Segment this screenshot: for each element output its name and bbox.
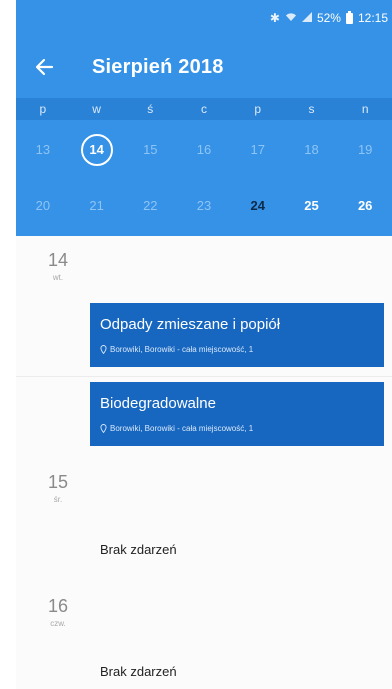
event-location-text: Borowiki, Borowiki - cała miejscowość, 1 bbox=[110, 345, 254, 354]
weekday-label: ś bbox=[147, 102, 154, 116]
agenda-day-of-week: śr. bbox=[53, 495, 63, 504]
agenda-date: 14 wt. bbox=[38, 250, 78, 282]
calendar-day[interactable]: 22 bbox=[123, 186, 177, 226]
event-location: Borowiki, Borowiki - cała miejscowość, 1 bbox=[100, 424, 253, 433]
weekday-label: n bbox=[361, 102, 369, 116]
agenda-day-of-week: wt. bbox=[52, 273, 64, 282]
calendar-day[interactable]: 17 bbox=[231, 130, 285, 170]
calendar-day[interactable]: 16 bbox=[177, 130, 231, 170]
status-time: 12:15 bbox=[357, 11, 388, 25]
arrow-left-icon bbox=[35, 58, 54, 76]
back-button[interactable] bbox=[32, 54, 58, 80]
calendar-day[interactable]: 15 bbox=[123, 130, 177, 170]
calendar-day[interactable]: 19 bbox=[338, 130, 392, 170]
weekday-label: p bbox=[39, 102, 47, 116]
calendar-day[interactable]: 25 bbox=[285, 186, 339, 226]
week-row: 13 14 15 16 17 18 19 bbox=[16, 130, 392, 170]
app-bar: Sierpień 2018 bbox=[16, 36, 392, 98]
event-location: Borowiki, Borowiki - cała miejscowość, 1 bbox=[100, 345, 253, 354]
wifi-icon bbox=[285, 11, 297, 25]
event-card[interactable]: Biodegradowalne Borowiki, Borowiki - cał… bbox=[90, 382, 384, 446]
status-icons: ✱ 52% 12:15 bbox=[269, 10, 388, 25]
week-row: 20 21 22 23 24 25 26 bbox=[16, 186, 392, 226]
agenda-day-number: 14 bbox=[47, 250, 69, 270]
calendar-day-today[interactable]: 24 bbox=[231, 186, 285, 226]
battery-icon bbox=[345, 10, 353, 24]
calendar-day[interactable]: 20 bbox=[16, 186, 70, 226]
agenda-list[interactable]: 14 wt. Odpady zmieszane i popiół Borowik… bbox=[16, 236, 392, 689]
agenda-day-of-week: czw. bbox=[50, 619, 66, 628]
no-events-text: Brak zdarzeń bbox=[100, 664, 177, 679]
calendar-day[interactable]: 18 bbox=[285, 130, 339, 170]
weekday-label: p bbox=[254, 102, 262, 116]
calendar-day[interactable]: 26 bbox=[338, 186, 392, 226]
location-pin-icon bbox=[100, 345, 107, 354]
calendar-header: p w ś c p s n 13 14 15 16 17 18 19 20 21… bbox=[16, 98, 392, 236]
battery-percent: 52% bbox=[316, 11, 341, 25]
event-title: Odpady zmieszane i popiół bbox=[100, 316, 281, 333]
calendar-day-selected[interactable]: 14 bbox=[70, 130, 124, 170]
calendar-day[interactable]: 21 bbox=[70, 186, 124, 226]
bluetooth-icon: ✱ bbox=[269, 11, 280, 25]
event-title: Biodegradowalne bbox=[100, 395, 216, 412]
weekday-label: w bbox=[92, 102, 101, 116]
agenda-day-number: 15 bbox=[47, 472, 69, 492]
weekday-label: s bbox=[308, 102, 315, 116]
app-screen: ✱ 52% 12:15 Sierpień 2018 p w ś c p s n … bbox=[16, 0, 392, 689]
weekday-row: p w ś c p s n bbox=[16, 98, 392, 120]
signal-icon bbox=[301, 11, 312, 25]
status-bar: ✱ 52% 12:15 bbox=[16, 0, 392, 36]
event-card[interactable]: Odpady zmieszane i popiół Borowiki, Boro… bbox=[90, 303, 384, 367]
agenda-date: 16 czw. bbox=[38, 596, 78, 628]
page-title: Sierpień 2018 bbox=[92, 56, 224, 78]
location-pin-icon bbox=[100, 424, 107, 433]
divider bbox=[16, 376, 392, 377]
calendar-day[interactable]: 23 bbox=[177, 186, 231, 226]
weekday-label: c bbox=[201, 102, 208, 116]
calendar-day[interactable]: 13 bbox=[16, 130, 70, 170]
no-events-text: Brak zdarzeń bbox=[100, 542, 177, 557]
agenda-date: 15 śr. bbox=[38, 472, 78, 504]
event-location-text: Borowiki, Borowiki - cała miejscowość, 1 bbox=[110, 424, 254, 433]
agenda-day-number: 16 bbox=[47, 596, 69, 616]
